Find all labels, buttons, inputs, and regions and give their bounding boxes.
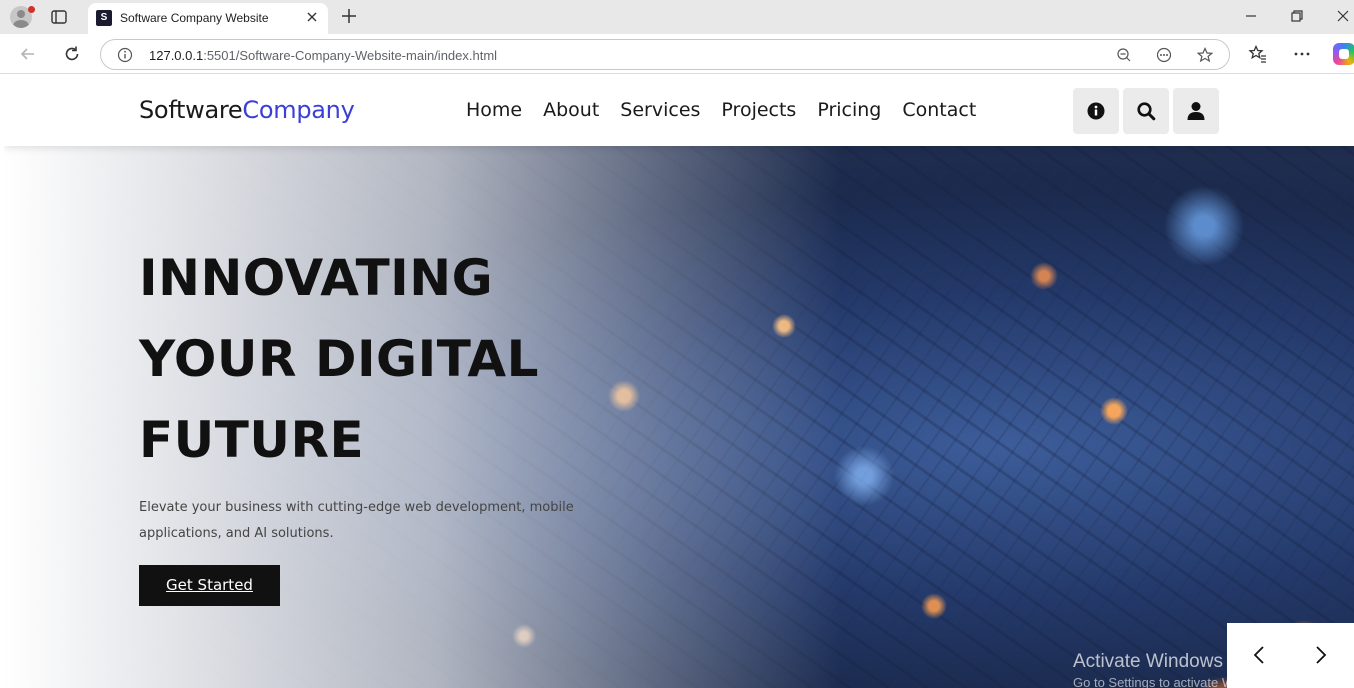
hero-heading: INNOVATING YOUR DIGITAL FUTURE bbox=[139, 238, 579, 481]
favorites-icon[interactable] bbox=[1248, 44, 1268, 64]
nav-home[interactable]: Home bbox=[466, 99, 522, 121]
info-icon bbox=[1087, 102, 1105, 120]
notification-dot bbox=[28, 6, 35, 13]
chevron-left-icon[interactable] bbox=[1249, 644, 1269, 666]
url-text: 127.0.0.1:5501/Software-Company-Website-… bbox=[149, 48, 497, 63]
site-info-icon[interactable] bbox=[117, 47, 133, 63]
url-host: 127.0.0.1 bbox=[149, 48, 204, 63]
back-icon[interactable] bbox=[18, 44, 38, 64]
site-logo[interactable]: SoftwareCompany bbox=[139, 96, 355, 124]
tab-actions-icon[interactable] bbox=[50, 8, 68, 26]
logo-accent: Company bbox=[242, 96, 355, 124]
site-header: SoftwareCompany Home About Services Proj… bbox=[4, 75, 1354, 146]
hero-content: INNOVATING YOUR DIGITAL FUTURE Elevate y… bbox=[139, 238, 579, 606]
user-button[interactable] bbox=[1173, 88, 1219, 134]
get-started-button[interactable]: Get Started bbox=[139, 565, 280, 606]
restore-icon[interactable] bbox=[1289, 8, 1305, 24]
hero-heading-line: INNOVATING bbox=[139, 249, 494, 307]
browser-tab-bar: S Software Company Website bbox=[0, 0, 1354, 34]
activation-watermark-subtitle: Go to Settings to activate Windows. bbox=[1073, 675, 1279, 688]
user-icon bbox=[1187, 102, 1205, 120]
refresh-icon[interactable] bbox=[62, 44, 82, 64]
reading-mode-icon[interactable] bbox=[1156, 47, 1172, 63]
nav-pricing[interactable]: Pricing bbox=[817, 99, 881, 121]
tab-title: Software Company Website bbox=[120, 11, 269, 25]
favorite-star-icon[interactable] bbox=[1197, 47, 1213, 63]
new-tab-icon[interactable] bbox=[340, 7, 358, 25]
nav-about[interactable]: About bbox=[543, 99, 599, 121]
search-button[interactable] bbox=[1123, 88, 1169, 134]
hero-subtitle: Elevate your business with cutting-edge … bbox=[139, 500, 574, 541]
minimize-icon[interactable] bbox=[1243, 8, 1259, 24]
more-options-icon[interactable] bbox=[1292, 44, 1312, 64]
info-button[interactable] bbox=[1073, 88, 1119, 134]
nav-projects[interactable]: Projects bbox=[721, 99, 796, 121]
browser-tab[interactable]: S Software Company Website bbox=[88, 3, 328, 34]
close-tab-icon[interactable] bbox=[304, 9, 320, 25]
url-input[interactable]: 127.0.0.1:5501/Software-Company-Website-… bbox=[100, 39, 1230, 70]
hero-heading-line: FUTURE bbox=[139, 411, 365, 469]
logo-primary: Software bbox=[139, 96, 243, 124]
url-path: :5501/Software-Company-Website-main/inde… bbox=[203, 48, 498, 63]
zoom-out-icon[interactable] bbox=[1116, 47, 1132, 63]
hero-heading-line: YOUR DIGITAL bbox=[139, 330, 539, 388]
web-page: SoftwareCompany Home About Services Proj… bbox=[4, 75, 1354, 688]
close-window-icon[interactable] bbox=[1335, 8, 1351, 24]
nav-services[interactable]: Services bbox=[620, 99, 700, 121]
site-favicon-icon: S bbox=[96, 10, 112, 26]
nav-contact[interactable]: Contact bbox=[902, 99, 976, 121]
activation-watermark-title: Activate Windows bbox=[1073, 651, 1223, 672]
chevron-right-icon[interactable] bbox=[1311, 644, 1331, 666]
main-nav: Home About Services Projects Pricing Con… bbox=[466, 99, 976, 121]
search-icon bbox=[1137, 102, 1156, 121]
copilot-icon[interactable] bbox=[1333, 43, 1354, 65]
address-bar: 127.0.0.1:5501/Software-Company-Website-… bbox=[0, 34, 1354, 74]
